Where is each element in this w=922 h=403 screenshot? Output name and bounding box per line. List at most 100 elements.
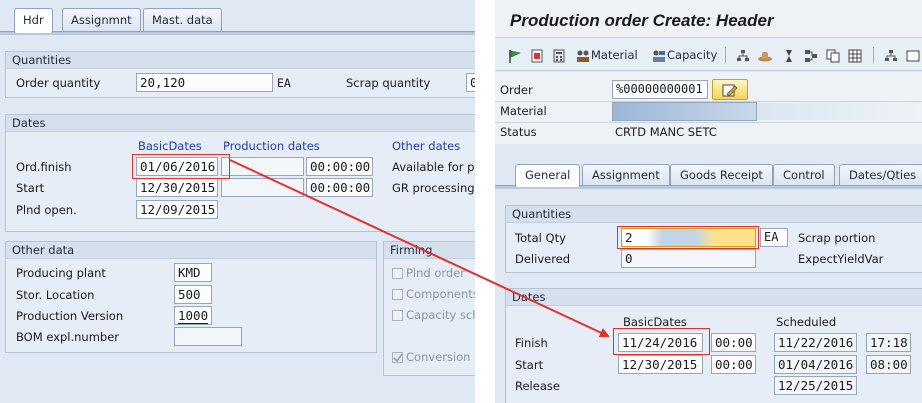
- tab-master-data[interactable]: Mast. data: [143, 8, 222, 32]
- window-title: Production order Create: Header: [495, 0, 922, 38]
- plnd-open-basic-field[interactable]: 12/09/2015: [136, 200, 218, 219]
- finish-scheduled-time-field[interactable]: 17:18: [866, 333, 911, 352]
- dates-title: Dates: [6, 115, 475, 132]
- more-icon[interactable]: [905, 46, 921, 64]
- dates-title-right: Dates: [506, 289, 922, 306]
- hierarchy-icon[interactable]: [735, 46, 751, 64]
- highlight-ord-finish: [132, 154, 230, 179]
- capacity-button-label: Capacity: [667, 48, 718, 62]
- toolbar: Material Capacity: [495, 39, 922, 71]
- tab-assignment-right[interactable]: Assignment: [582, 164, 670, 186]
- plnd-order-checkbox[interactable]: [392, 268, 403, 279]
- ord-finish-time-field[interactable]: 00:00:00: [306, 157, 373, 176]
- tab-assignment[interactable]: Assignmnt: [62, 8, 141, 32]
- edit-button[interactable]: [712, 79, 748, 100]
- release-label: Release: [515, 379, 560, 393]
- expect-yield-label: ExpectYieldVar: [798, 252, 884, 266]
- operations-icon[interactable]: [781, 46, 797, 64]
- material-field[interactable]: [612, 102, 757, 121]
- capacity-label: Capacity sche: [406, 308, 475, 322]
- tab-general[interactable]: General: [515, 164, 581, 187]
- conversion-checkbox[interactable]: [392, 352, 403, 363]
- tab-control[interactable]: Control: [773, 164, 835, 186]
- start-label-right: Start: [515, 358, 544, 372]
- order-quantity-unit: EA: [277, 76, 291, 90]
- capacity-button[interactable]: Capacity: [651, 46, 717, 64]
- release-flag-icon[interactable]: [507, 46, 523, 64]
- toolbar-separator-2: [873, 47, 874, 63]
- available-label: Available for pln: [392, 160, 475, 174]
- capacity-checkbox[interactable]: [392, 310, 403, 321]
- grid-icon[interactable]: [847, 46, 863, 64]
- header-divider-2: [495, 122, 922, 123]
- scrap-portion-label: Scrap portion: [798, 231, 876, 245]
- stor-location-field[interactable]: 500: [174, 285, 212, 304]
- tab-dates-qties[interactable]: Dates/Qties: [839, 164, 922, 186]
- start-production-field[interactable]: [221, 178, 304, 197]
- tab-hdr[interactable]: Hdr: [14, 8, 53, 33]
- producing-plant-label: Producing plant: [16, 266, 106, 280]
- capacity-icon: [653, 50, 665, 62]
- start-label: Start: [16, 181, 45, 195]
- production-version-value: 1000: [178, 308, 209, 324]
- conversion-label: Conversion in: [406, 350, 475, 364]
- left-window: Hdr Assignmnt Mast. data Quantities Orde…: [0, 0, 475, 403]
- scrap-quantity-field[interactable]: 0: [466, 73, 475, 92]
- order-number-field[interactable]: %00000000001: [612, 80, 708, 99]
- tab-strip: [0, 31, 475, 35]
- total-qty-unit[interactable]: EA: [760, 228, 788, 247]
- start-basic-field-right[interactable]: 12/30/2015: [618, 355, 703, 374]
- toolbar-separator: [725, 47, 726, 63]
- start-basic-time-field[interactable]: 00:00: [711, 355, 756, 374]
- ord-finish-label: Ord.finish: [16, 160, 72, 174]
- scheduled-header: Scheduled: [776, 315, 837, 329]
- delivered-field[interactable]: 0: [621, 249, 756, 268]
- production-dates-header: Production dates: [223, 139, 320, 153]
- finish-basic-time-field[interactable]: 00:00: [711, 333, 756, 352]
- plnd-order-label: Plnd order: [406, 266, 466, 280]
- start-scheduled-field[interactable]: 01/04/2016: [774, 355, 857, 374]
- production-version-field[interactable]: 1000: [174, 306, 212, 325]
- order-label: Order: [500, 83, 533, 97]
- copy-icon[interactable]: [825, 46, 841, 64]
- network-icon[interactable]: [803, 46, 819, 64]
- material-button-label: Material: [591, 48, 638, 62]
- status-value: CRTD MANC SETC: [615, 125, 717, 139]
- basic-dates-header: BasicDates: [138, 139, 202, 153]
- release-scheduled-field[interactable]: 12/25/2015: [774, 376, 857, 395]
- document-red-icon[interactable]: [529, 46, 545, 64]
- hat-icon[interactable]: [757, 46, 773, 64]
- production-version-label: Production Version: [16, 309, 124, 323]
- other-data-title: Other data: [6, 242, 376, 259]
- quantities-title-right: Quantities: [506, 206, 922, 223]
- components-checkbox[interactable]: [392, 289, 403, 300]
- tab-goods-receipt[interactable]: Goods Receipt: [670, 164, 773, 186]
- calculator-icon[interactable]: [551, 46, 567, 64]
- structure-icon[interactable]: [883, 46, 899, 64]
- bom-expl-field[interactable]: [174, 327, 242, 346]
- components-label: Components: [406, 287, 475, 301]
- scrap-quantity-label: Scrap quantity: [346, 76, 431, 90]
- material-button[interactable]: Material: [575, 46, 638, 64]
- firming-title: Firming: [384, 242, 475, 259]
- order-quantity-label: Order quantity: [16, 76, 101, 90]
- material-label: Material: [500, 104, 547, 118]
- basic-dates-header-right: BasicDates: [623, 315, 687, 329]
- start-scheduled-time-field[interactable]: 08:00: [866, 355, 911, 374]
- highlight-total-qty: [617, 226, 759, 249]
- window-gap: [475, 0, 495, 403]
- plnd-open-label: Plnd open.: [16, 203, 77, 217]
- start-basic-field[interactable]: 12/30/2015: [136, 178, 218, 197]
- ord-finish-production-field[interactable]: [221, 157, 304, 176]
- producing-plant-field[interactable]: KMD: [174, 263, 212, 282]
- finish-scheduled-field[interactable]: 11/22/2016: [774, 333, 857, 352]
- right-window: Production order Create: Header Material…: [495, 0, 922, 403]
- finish-label: Finish: [515, 336, 548, 350]
- delivered-label: Delivered: [515, 252, 571, 266]
- order-quantity-field[interactable]: 20,120: [136, 73, 273, 92]
- material-icon: [577, 50, 589, 62]
- start-time-field[interactable]: 00:00:00: [306, 178, 373, 197]
- other-dates-header: Other dates: [392, 139, 461, 153]
- gr-processing-label: GR processing t: [392, 181, 475, 195]
- total-qty-label: Total Qty: [515, 231, 566, 245]
